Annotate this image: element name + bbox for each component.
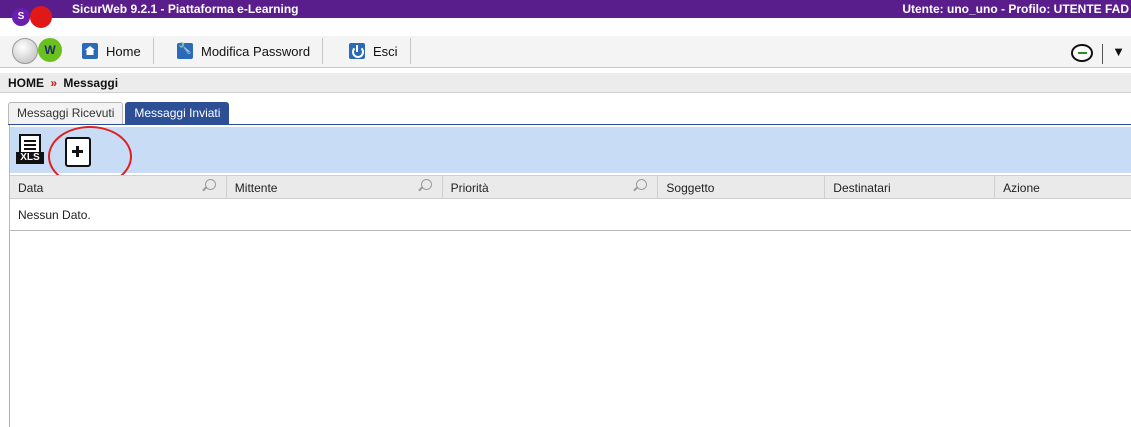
toolbar-divider	[1102, 44, 1103, 64]
chat-icon[interactable]	[1071, 44, 1093, 62]
chevron-down-icon[interactable]: ▼	[1112, 44, 1125, 59]
message-tabs: Messaggi Ricevuti Messaggi Inviati	[8, 102, 230, 124]
column-label: Priorità	[450, 181, 489, 195]
new-message-icon[interactable]	[65, 137, 91, 167]
column-label: Destinatari	[833, 181, 891, 195]
content-left-border	[9, 231, 10, 427]
table-header: Data Mittente Priorità Soggetto Destinat…	[10, 175, 1131, 199]
column-header-data[interactable]: Data	[10, 176, 227, 198]
panel-toolbar: XLS	[10, 126, 1131, 187]
breadcrumb: HOME » Messaggi	[0, 73, 1131, 93]
power-icon	[349, 43, 365, 59]
title-bar: SicurWeb 9.2.1 - Piattaforma e-Learning …	[0, 0, 1131, 18]
column-label: Azione	[1003, 181, 1040, 195]
breadcrumb-current: Messaggi	[63, 76, 119, 90]
wrench-icon	[177, 42, 193, 59]
logo-grey-dot	[12, 38, 38, 64]
change-password-label: Modifica Password	[201, 43, 311, 59]
logo-s-badge: S	[12, 8, 30, 26]
exit-label: Esci	[373, 43, 398, 59]
sicurweb-logo: S W	[0, 0, 70, 68]
logo-w-badge: W	[38, 38, 62, 62]
export-xls-icon[interactable]: XLS	[16, 134, 44, 166]
logo-red-dot	[30, 6, 52, 28]
column-header-destinatari[interactable]: Destinatari	[825, 176, 996, 198]
messages-panel: XLS Data Mittente Priorità Soggetto Dest…	[9, 125, 1131, 231]
breadcrumb-separator: »	[50, 76, 58, 90]
user-info: Utente: uno_uno - Profilo: UTENTE FAD	[902, 2, 1129, 16]
column-header-azione[interactable]: Azione	[995, 176, 1131, 198]
column-header-mittente[interactable]: Mittente	[227, 176, 443, 198]
search-icon[interactable]	[204, 179, 216, 190]
change-password-button[interactable]: Modifica Password	[165, 38, 324, 64]
main-toolbar: Home Modifica Password Esci ▼	[0, 36, 1131, 68]
home-button[interactable]: Home	[70, 38, 154, 64]
exit-button[interactable]: Esci	[337, 38, 411, 64]
empty-table-message: Nessun Dato.	[18, 208, 91, 222]
breadcrumb-home[interactable]: HOME	[8, 76, 44, 90]
column-header-soggetto[interactable]: Soggetto	[658, 176, 826, 198]
xls-label: XLS	[16, 152, 44, 164]
tab-received-messages[interactable]: Messaggi Ricevuti	[8, 102, 124, 124]
home-label: Home	[106, 43, 141, 59]
column-label: Data	[18, 181, 44, 195]
column-label: Soggetto	[666, 181, 715, 195]
search-icon[interactable]	[420, 179, 432, 190]
app-title: SicurWeb 9.2.1 - Piattaforma e-Learning	[72, 2, 299, 16]
tab-sent-messages[interactable]: Messaggi Inviati	[125, 102, 230, 124]
column-label: Mittente	[234, 181, 278, 195]
column-header-priorita[interactable]: Priorità	[443, 176, 659, 198]
home-icon	[82, 43, 98, 59]
search-icon[interactable]	[636, 179, 648, 190]
